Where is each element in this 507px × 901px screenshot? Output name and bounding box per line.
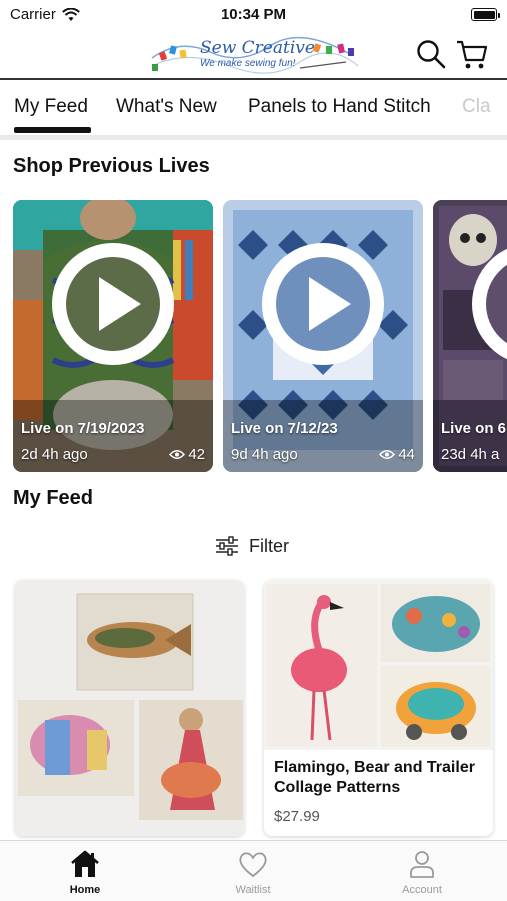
nav-account[interactable]: Account bbox=[372, 841, 472, 901]
search-icon[interactable] bbox=[414, 37, 448, 71]
heart-icon bbox=[239, 852, 267, 877]
category-tabs: My Feed What's New Panels to Hand Stitch… bbox=[0, 80, 507, 135]
section-title-feed: My Feed bbox=[13, 487, 94, 509]
logo[interactable]: Sew Creative We make sewing fun! bbox=[150, 36, 362, 76]
logo-tagline: We make sewing fun! bbox=[200, 58, 296, 69]
home-icon bbox=[71, 850, 99, 877]
live-time-ago: 23d 4h a bbox=[441, 446, 500, 463]
live-time-ago: 9d 4h ago bbox=[231, 446, 298, 463]
app-header: Sew Creative We make sewing fun! bbox=[0, 30, 507, 80]
view-count: 44 bbox=[379, 446, 415, 463]
tab-selected-indicator bbox=[14, 127, 91, 133]
view-count-value: 42 bbox=[188, 446, 205, 463]
view-count: 42 bbox=[169, 446, 205, 463]
clock: 10:34 PM bbox=[220, 6, 287, 23]
status-bar: Carrier 10:34 PM bbox=[0, 0, 507, 30]
live-card[interactable]: Live on 6 23d 4h a bbox=[433, 200, 507, 472]
nav-waitlist-label: Waitlist bbox=[235, 884, 271, 896]
product-image bbox=[264, 580, 493, 750]
feed-card[interactable]: Flamingo, Bear and Trailer Collage Patte… bbox=[264, 580, 493, 836]
person-icon bbox=[410, 851, 434, 878]
live-date-label: Live on 6 bbox=[441, 420, 507, 437]
filter-label: Filter bbox=[249, 535, 289, 556]
tab-whats-new[interactable]: What's New bbox=[116, 96, 217, 118]
divider bbox=[0, 135, 507, 140]
live-date-label: Live on 7/19/2023 bbox=[21, 420, 145, 437]
nav-waitlist[interactable]: Waitlist bbox=[203, 841, 303, 901]
eye-icon bbox=[169, 450, 186, 459]
play-button[interactable] bbox=[52, 243, 174, 365]
eye-icon bbox=[379, 450, 396, 459]
tab-panels-to-hand-stitch[interactable]: Panels to Hand Stitch bbox=[248, 96, 431, 118]
nav-home-label: Home bbox=[69, 884, 101, 896]
live-card[interactable]: Live on 7/19/2023 2d 4h ago 42 bbox=[13, 200, 213, 472]
feed-card[interactable] bbox=[15, 580, 244, 836]
tab-partial[interactable]: Cla bbox=[462, 96, 491, 118]
live-time-ago: 2d 4h ago bbox=[21, 446, 88, 463]
live-card[interactable]: Live on 7/12/23 9d 4h ago 44 bbox=[223, 200, 423, 472]
logo-title: Sew Creative bbox=[200, 38, 315, 58]
product-title: Flamingo, Bear and Trailer Collage Patte… bbox=[274, 759, 475, 796]
cart-icon[interactable] bbox=[455, 37, 489, 71]
nav-account-label: Account bbox=[402, 884, 442, 896]
filter-button[interactable]: Filter bbox=[215, 534, 289, 558]
section-title-lives: Shop Previous Lives bbox=[13, 155, 210, 177]
bottom-tab-bar: Home Waitlist Account bbox=[0, 840, 507, 901]
product-image bbox=[15, 580, 244, 836]
battery-icon bbox=[471, 8, 500, 21]
play-button[interactable] bbox=[262, 243, 384, 365]
view-count-value: 44 bbox=[398, 446, 415, 463]
live-date-label: Live on 7/12/23 bbox=[231, 420, 338, 437]
tab-my-feed[interactable]: My Feed bbox=[14, 96, 88, 118]
product-price: $27.99 bbox=[274, 808, 320, 825]
nav-home[interactable]: Home bbox=[35, 841, 135, 901]
filter-sliders-icon bbox=[216, 536, 238, 556]
